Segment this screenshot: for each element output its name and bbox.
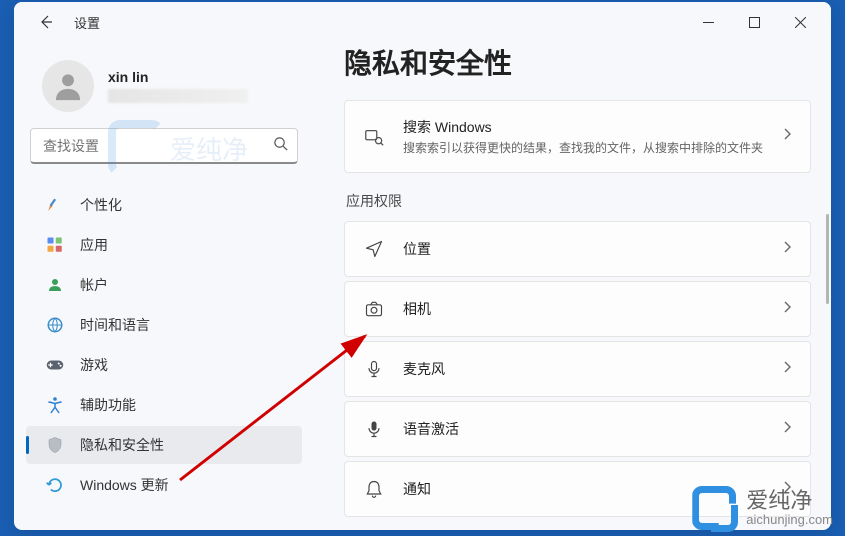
- sidebar-item-gaming[interactable]: 游戏: [26, 346, 302, 384]
- app-title: 设置: [74, 13, 100, 32]
- sidebar-item-personalization[interactable]: 个性化: [26, 186, 302, 224]
- chevron-right-icon: [782, 420, 792, 439]
- accessibility-icon: [46, 396, 64, 414]
- user-info: xin lin: [108, 69, 248, 103]
- sidebar-item-apps[interactable]: 应用: [26, 226, 302, 264]
- user-name: xin lin: [108, 69, 248, 85]
- row-panel-voice-activation: 语音激活: [344, 401, 811, 457]
- search-box: [30, 128, 298, 164]
- main-panel: 隐私和安全性 搜索 Windows 搜索索引以获得更快的结果，查找我的文件，从搜…: [314, 42, 831, 530]
- row-voice-activation[interactable]: 语音激活: [345, 402, 810, 456]
- row-title: 搜索 Windows: [403, 117, 764, 137]
- row-location[interactable]: 位置: [345, 222, 810, 276]
- sidebar-item-accounts[interactable]: 帐户: [26, 266, 302, 304]
- row-panel-microphone: 麦克风: [344, 341, 811, 397]
- chevron-right-icon: [782, 480, 792, 499]
- row-panel-notifications: 通知: [344, 461, 811, 517]
- sidebar-item-label: Windows 更新: [80, 475, 169, 495]
- row-notifications[interactable]: 通知: [345, 462, 810, 516]
- personalization-icon: [46, 196, 64, 214]
- sidebar: xin lin 个性化: [14, 42, 314, 530]
- back-button[interactable]: [30, 6, 62, 38]
- sidebar-item-windows-update[interactable]: Windows 更新: [26, 466, 302, 504]
- search-windows-panel: 搜索 Windows 搜索索引以获得更快的结果，查找我的文件，从搜索中排除的文件…: [344, 100, 811, 173]
- sidebar-item-label: 辅助功能: [80, 395, 136, 415]
- user-email-redacted: [108, 89, 248, 103]
- search-icon: [273, 136, 288, 156]
- location-icon: [363, 238, 385, 260]
- settings-window: 设置 xin lin: [14, 2, 831, 530]
- row-title: 相机: [403, 299, 764, 319]
- row-microphone[interactable]: 麦克风: [345, 342, 810, 396]
- gaming-icon: [46, 356, 64, 374]
- row-subtitle: 搜索索引以获得更快的结果，查找我的文件，从搜索中排除的文件夹: [403, 139, 764, 156]
- row-title: 位置: [403, 239, 764, 259]
- content-area: xin lin 个性化: [14, 42, 831, 530]
- chevron-right-icon: [782, 240, 792, 259]
- window-controls: [685, 6, 823, 38]
- sidebar-item-label: 游戏: [80, 355, 108, 375]
- section-label-app-permissions: 应用权限: [346, 191, 821, 211]
- sidebar-item-accessibility[interactable]: 辅助功能: [26, 386, 302, 424]
- sidebar-item-label: 帐户: [80, 275, 108, 295]
- accounts-icon: [46, 276, 64, 294]
- camera-icon: [363, 298, 385, 320]
- user-profile[interactable]: xin lin: [14, 52, 314, 128]
- avatar: [42, 60, 94, 112]
- sidebar-item-time-language[interactable]: 时间和语言: [26, 306, 302, 344]
- row-title: 麦克风: [403, 359, 764, 379]
- time-language-icon: [46, 316, 64, 334]
- nav-list: 个性化 应用 帐户 时: [14, 184, 314, 530]
- row-title: 通知: [403, 479, 764, 499]
- close-icon: [795, 17, 806, 28]
- row-panel-location: 位置: [344, 221, 811, 277]
- row-search-windows[interactable]: 搜索 Windows 搜索索引以获得更快的结果，查找我的文件，从搜索中排除的文件…: [345, 101, 810, 172]
- row-panel-camera: 相机: [344, 281, 811, 337]
- close-button[interactable]: [777, 6, 823, 38]
- sidebar-item-label: 隐私和安全性: [80, 435, 164, 455]
- search-input[interactable]: [30, 128, 298, 164]
- person-icon: [51, 69, 85, 103]
- minimize-button[interactable]: [685, 6, 731, 38]
- sidebar-item-label: 应用: [80, 235, 108, 255]
- sidebar-item-label: 个性化: [80, 195, 122, 215]
- apps-icon: [46, 236, 64, 254]
- row-body: 搜索 Windows 搜索索引以获得更快的结果，查找我的文件，从搜索中排除的文件…: [403, 117, 764, 156]
- scrollbar-thumb[interactable]: [826, 214, 829, 304]
- search-windows-icon: [363, 126, 385, 148]
- maximize-icon: [749, 17, 760, 28]
- chevron-right-icon: [782, 300, 792, 319]
- titlebar: 设置: [14, 2, 831, 42]
- notifications-icon: [363, 478, 385, 500]
- back-arrow-icon: [38, 14, 54, 30]
- maximize-button[interactable]: [731, 6, 777, 38]
- chevron-right-icon: [782, 127, 792, 146]
- minimize-icon: [703, 17, 714, 28]
- sidebar-item-privacy[interactable]: 隐私和安全性: [26, 426, 302, 464]
- row-title: 语音激活: [403, 419, 764, 439]
- row-camera[interactable]: 相机: [345, 282, 810, 336]
- sidebar-item-label: 时间和语言: [80, 315, 150, 335]
- microphone-icon: [363, 358, 385, 380]
- page-title: 隐私和安全性: [344, 42, 821, 82]
- update-icon: [46, 476, 64, 494]
- chevron-right-icon: [782, 360, 792, 379]
- voice-activation-icon: [363, 418, 385, 440]
- privacy-icon: [46, 436, 64, 454]
